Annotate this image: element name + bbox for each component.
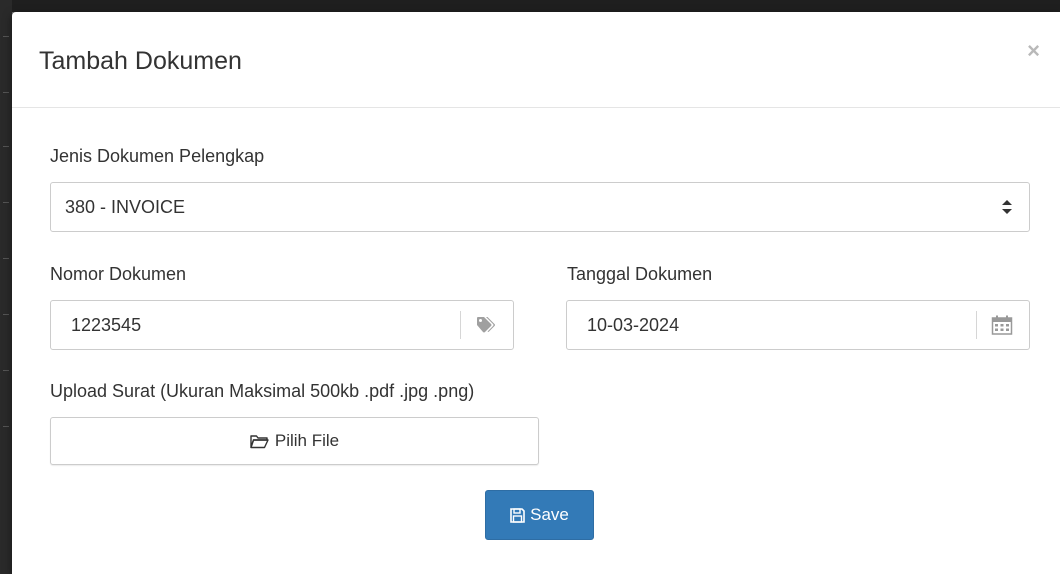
document-number-label: Nomor Dokumen: [50, 264, 187, 284]
select-arrows-icon: [1002, 200, 1012, 214]
document-date-value: 10-03-2024: [587, 315, 680, 335]
save-button[interactable]: Save: [485, 490, 594, 540]
document-date-label: Tanggal Dokumen: [567, 264, 713, 284]
document-type-label: Jenis Dokumen Pelengkap: [50, 146, 265, 166]
close-button[interactable]: ×: [1027, 40, 1040, 62]
calendar-icon[interactable]: [991, 315, 1013, 335]
modal-title: Tambah Dokumen: [39, 47, 242, 75]
save-label: Save: [530, 505, 569, 524]
backdrop-left: [0, 0, 12, 574]
choose-file-label: Pilih File: [274, 431, 340, 450]
document-number-value: 1223545: [71, 315, 142, 335]
document-number-input[interactable]: 1223545: [50, 300, 514, 350]
document-date-input[interactable]: 10-03-2024: [566, 300, 1030, 350]
document-type-select[interactable]: 380 - INVOICE: [50, 182, 1030, 232]
upload-label: Upload Surat (Ukuran Maksimal 500kb .pdf…: [50, 381, 475, 401]
tag-icon: [477, 317, 495, 333]
input-addon-divider: [460, 311, 461, 339]
input-addon-divider: [976, 311, 977, 339]
modal-header: Tambah Dokumen ×: [12, 12, 1060, 108]
backdrop-top: [0, 0, 1060, 12]
add-document-modal: Tambah Dokumen × Jenis Dokumen Pelengkap…: [12, 12, 1060, 574]
folder-open-icon: [250, 434, 269, 448]
choose-file-button[interactable]: Pilih File: [50, 417, 539, 465]
document-type-value: 380 - INVOICE: [65, 197, 186, 217]
floppy-disk-icon: [510, 507, 525, 523]
